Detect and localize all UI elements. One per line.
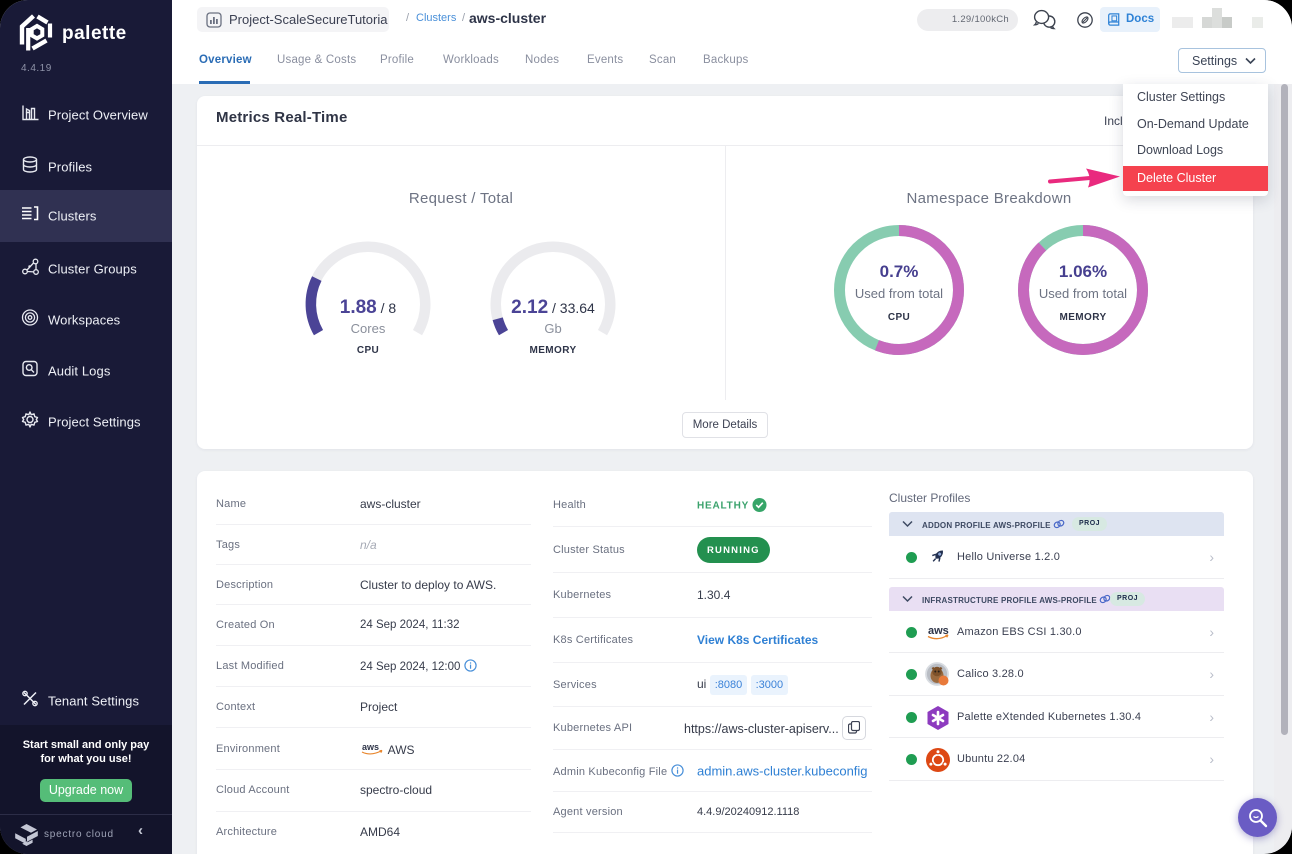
svg-text:aws: aws (362, 742, 379, 752)
